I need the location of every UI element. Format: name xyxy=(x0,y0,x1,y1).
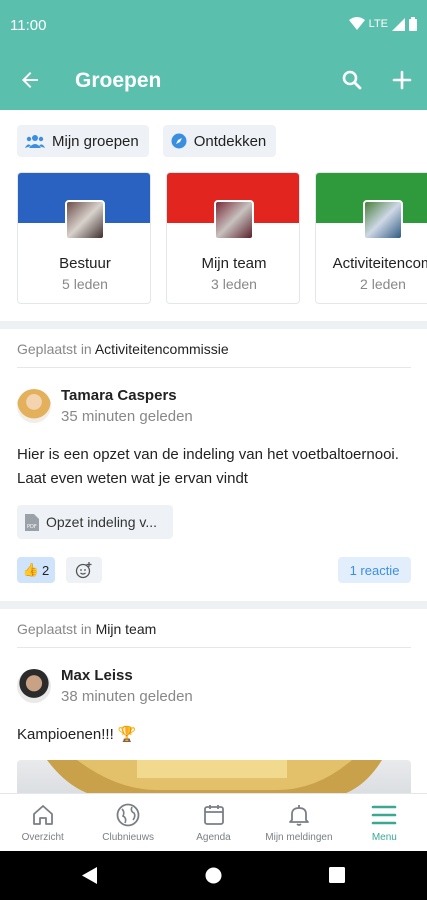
group-name: Activiteitencom xyxy=(332,255,427,272)
battery-icon xyxy=(409,17,417,31)
calendar-icon xyxy=(203,805,224,825)
status-bar: 11:00 LTE xyxy=(0,0,427,52)
like-count: 2 xyxy=(41,562,50,578)
signal-icon xyxy=(392,17,405,31)
post-posted-in: Geplaatst in Mijn team xyxy=(17,621,157,637)
attachment-name: Opzet indeling v... xyxy=(46,514,158,530)
section-divider xyxy=(0,601,427,609)
back-arrow-icon[interactable] xyxy=(18,68,42,92)
nav-mijn-meldingen[interactable]: Mijn meldingen xyxy=(256,794,341,851)
post-author[interactable]: Max Leiss xyxy=(61,667,133,684)
nav-label: Agenda xyxy=(196,832,231,843)
search-icon[interactable] xyxy=(340,68,364,92)
pdf-file-icon: PDF xyxy=(25,513,39,531)
post-body: Kampioenen!!! 🏆 xyxy=(17,726,137,743)
reactions-button[interactable]: 1 reactie xyxy=(338,557,411,583)
group-member-count: 2 leden xyxy=(360,276,406,292)
nav-menu[interactable]: Menu xyxy=(342,794,427,851)
post-group-link[interactable]: Activiteitencommissie xyxy=(95,341,229,357)
nav-agenda[interactable]: Agenda xyxy=(171,794,256,851)
avatar[interactable] xyxy=(17,669,51,703)
thumbs-up-icon: 👍 xyxy=(22,562,39,577)
people-icon xyxy=(25,135,45,148)
nav-label: Overzicht xyxy=(21,832,64,843)
group-card-bestuur[interactable]: Bestuur 5 leden xyxy=(17,172,151,304)
post-header-divider xyxy=(17,647,411,648)
add-reaction-button[interactable] xyxy=(66,557,102,583)
status-time: 11:00 xyxy=(10,17,47,34)
post-author[interactable]: Tamara Caspers xyxy=(61,387,177,404)
my-groups-chip[interactable]: Mijn groepen xyxy=(17,125,149,157)
page-title: Groepen xyxy=(75,69,162,92)
group-card-mijn-team[interactable]: Mijn team 3 leden xyxy=(166,172,300,304)
bottom-navigation: Overzicht Clubnieuws Agenda Mijn melding… xyxy=(0,793,427,851)
group-name: Bestuur xyxy=(59,255,111,272)
group-thumbnail xyxy=(363,200,403,240)
network-label: LTE xyxy=(368,18,388,30)
nav-overzicht[interactable]: Overzicht xyxy=(0,794,85,851)
add-emoji-icon xyxy=(75,562,92,579)
menu-icon xyxy=(372,805,397,825)
group-name: Mijn team xyxy=(201,255,267,272)
group-carousel: Bestuur 5 leden Mijn team 3 leden Activi… xyxy=(17,172,427,304)
compass-icon xyxy=(171,133,187,149)
group-filter-chips: Mijn groepen Ontdekken xyxy=(17,125,277,157)
my-groups-label: Mijn groepen xyxy=(52,132,139,150)
group-member-count: 3 leden xyxy=(211,276,257,292)
avatar[interactable] xyxy=(17,389,51,423)
nav-clubnieuws[interactable]: Clubnieuws xyxy=(85,794,170,851)
post-posted-in: Geplaatst in Activiteitencommissie xyxy=(17,341,229,357)
home-icon xyxy=(32,805,53,825)
post-header-divider xyxy=(17,367,411,368)
nav-label: Menu xyxy=(371,832,397,843)
group-member-count: 5 leden xyxy=(62,276,108,292)
nav-label: Mijn meldingen xyxy=(265,832,333,843)
system-navigation-bar xyxy=(0,851,427,900)
post-group-link[interactable]: Mijn team xyxy=(96,621,157,637)
globe-icon xyxy=(116,803,140,827)
svg-text:PDF: PDF xyxy=(27,524,37,530)
attachment-chip[interactable]: PDF Opzet indeling v... xyxy=(17,505,173,539)
post-timestamp: 38 minuten geleden xyxy=(61,688,193,705)
section-divider xyxy=(0,321,427,329)
post-body: Hier is een opzet van de indeling van he… xyxy=(17,446,399,487)
app-bar: Groepen xyxy=(0,52,427,110)
bell-icon xyxy=(289,805,309,826)
system-back-icon[interactable] xyxy=(82,867,98,884)
group-thumbnail xyxy=(65,200,105,240)
like-reaction[interactable]: 👍 2 xyxy=(17,557,55,583)
discover-label: Ontdekken xyxy=(193,132,267,150)
post-timestamp: 35 minuten geleden xyxy=(61,408,193,425)
discover-chip[interactable]: Ontdekken xyxy=(162,125,277,157)
group-thumbnail xyxy=(214,200,254,240)
group-card-activiteitencommissie[interactable]: Activiteitencom 2 leden xyxy=(315,172,427,304)
system-recents-icon[interactable] xyxy=(329,867,345,883)
system-home-icon[interactable] xyxy=(205,867,222,884)
nav-label: Clubnieuws xyxy=(102,832,154,843)
wifi-icon xyxy=(348,17,365,30)
add-icon[interactable] xyxy=(390,68,414,92)
